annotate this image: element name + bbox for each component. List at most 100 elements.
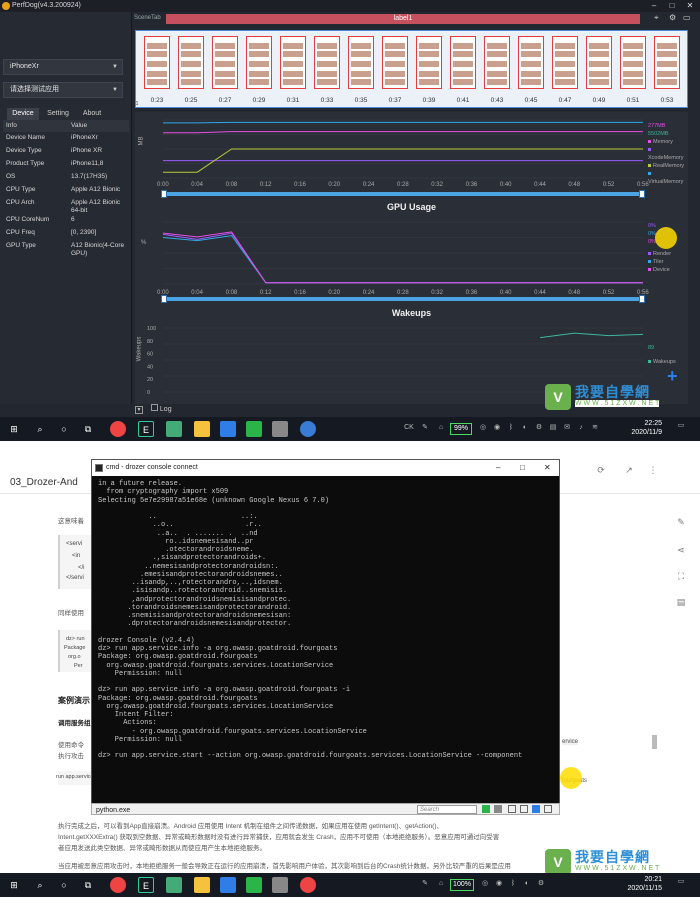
chrome-icon[interactable] bbox=[110, 877, 126, 893]
file-explorer-icon[interactable] bbox=[194, 877, 210, 893]
external-link-icon[interactable]: ↗ bbox=[624, 465, 634, 475]
screenshot-thumbnail[interactable] bbox=[348, 36, 374, 89]
screenshot-thumbnail[interactable] bbox=[212, 36, 238, 89]
cmd-output[interactable]: in a future release. from cryptography i… bbox=[98, 480, 554, 761]
tool-icon-4[interactable] bbox=[532, 805, 540, 813]
minimize-icon[interactable]: – bbox=[496, 460, 500, 476]
tab-device[interactable]: Device bbox=[7, 108, 39, 120]
slider-handle-right[interactable] bbox=[639, 295, 645, 303]
maximize-icon[interactable]: □ bbox=[663, 0, 681, 12]
tray-icon-1[interactable]: ✎ bbox=[420, 423, 430, 433]
settings-icon[interactable]: ⚙ bbox=[669, 13, 676, 22]
app-icon-red[interactable] bbox=[300, 877, 316, 893]
legend-item[interactable]: VirtualMemory bbox=[648, 170, 688, 186]
notification-icon[interactable]: ▭ bbox=[676, 877, 686, 887]
tray-icon-1[interactable]: ✎ bbox=[420, 879, 430, 889]
file-explorer-icon[interactable] bbox=[194, 421, 210, 437]
app-icon-blue[interactable] bbox=[220, 877, 236, 893]
screenshot-thumbnail[interactable] bbox=[314, 36, 340, 89]
legend-item[interactable]: Render bbox=[648, 250, 671, 258]
terminal-app-icon[interactable]: E bbox=[138, 421, 154, 437]
legend-item[interactable]: Tiler bbox=[648, 258, 671, 266]
windows-start-icon[interactable]: ⊞ bbox=[6, 421, 22, 437]
download-icon[interactable]: ▤ bbox=[676, 597, 686, 607]
volume-icon[interactable]: ♪ bbox=[576, 423, 586, 433]
memory-time-slider[interactable] bbox=[161, 190, 645, 198]
tool-icon-2[interactable] bbox=[508, 805, 516, 813]
screenshot-filmstrip[interactable]: 0:23 0:25 0:27 0:29 0:31 0:33 0:35 0:37 0:39 0:41… bbox=[135, 30, 688, 108]
collapse-icon[interactable]: ▼ bbox=[135, 406, 143, 414]
cmd-window[interactable]: cmd - drozer console connect – □ ✕ in a … bbox=[91, 459, 560, 815]
app-select[interactable]: 请选择测试应用 ▼ bbox=[3, 82, 123, 98]
screenshot-thumbnail[interactable] bbox=[620, 36, 646, 89]
wifi-icon[interactable]: ≋ bbox=[590, 423, 600, 433]
wechat-icon[interactable] bbox=[246, 877, 262, 893]
screenshot-thumbnail[interactable] bbox=[586, 36, 612, 89]
task-view-icon[interactable]: ⧉ bbox=[80, 877, 96, 893]
tray-icon-2[interactable]: ⌂ bbox=[436, 879, 446, 889]
windows-start-icon[interactable]: ⊞ bbox=[6, 877, 22, 893]
fullscreen-icon[interactable]: ⛶ bbox=[676, 571, 686, 581]
scene-tab[interactable]: SceneTab bbox=[134, 13, 166, 24]
tab-about[interactable]: About bbox=[77, 108, 107, 120]
clock[interactable]: 22:25 2020/11/9 bbox=[631, 419, 662, 437]
tool-icon-5[interactable] bbox=[544, 805, 552, 813]
terminal-app-icon[interactable]: E bbox=[138, 877, 154, 893]
tray-icon-3[interactable]: ◎ bbox=[478, 423, 488, 433]
tray-icon-2[interactable]: ⌂ bbox=[436, 423, 446, 433]
tray-icon-4[interactable]: ◉ bbox=[492, 423, 502, 433]
minimize-icon[interactable]: – bbox=[645, 0, 663, 12]
search-icon[interactable]: ⌕ bbox=[32, 877, 48, 893]
app-icon-paint[interactable] bbox=[166, 877, 182, 893]
maximize-icon[interactable]: □ bbox=[520, 460, 525, 476]
screenshot-thumbnail[interactable] bbox=[552, 36, 578, 89]
screenshot-thumbnail[interactable] bbox=[178, 36, 204, 89]
search-icon[interactable]: ⌕ bbox=[32, 421, 48, 437]
close-icon[interactable]: ✕ bbox=[681, 0, 699, 12]
input-lang[interactable]: CK bbox=[402, 423, 416, 433]
screenshot-thumbnail[interactable] bbox=[654, 36, 680, 89]
app-icon-gray[interactable] bbox=[272, 877, 288, 893]
refresh-icon[interactable]: ⟳ bbox=[596, 465, 606, 475]
task-view-icon[interactable]: ⧉ bbox=[80, 421, 96, 437]
tool-icon-3[interactable] bbox=[520, 805, 528, 813]
page-scrollbar[interactable] bbox=[652, 735, 657, 749]
bluetooth-icon[interactable]: ᛒ bbox=[508, 879, 518, 889]
screenshot-thumbnail[interactable] bbox=[450, 36, 476, 89]
gpu-time-slider[interactable] bbox=[161, 295, 645, 303]
cortana-icon[interactable]: ○ bbox=[56, 877, 72, 893]
more-icon[interactable]: ⋮ bbox=[648, 465, 658, 475]
legend-item[interactable]: XcodeMemory bbox=[648, 146, 688, 162]
edit-icon[interactable]: ✎ bbox=[676, 517, 686, 527]
network-icon[interactable]: ▤ bbox=[548, 423, 558, 433]
app-icon-blue[interactable] bbox=[220, 421, 236, 437]
screenshot-thumbnail[interactable] bbox=[382, 36, 408, 89]
cortana-icon[interactable]: ○ bbox=[56, 421, 72, 437]
legend-item[interactable]: Device bbox=[648, 266, 671, 274]
app-icon-gray[interactable] bbox=[272, 421, 288, 437]
legend-item[interactable]: RealMemory bbox=[648, 162, 688, 170]
screenshot-thumbnail[interactable] bbox=[246, 36, 272, 89]
legend-item[interactable]: Memory bbox=[648, 138, 688, 146]
device-select[interactable]: iPhoneXr ▼ bbox=[3, 59, 123, 75]
battery-indicator[interactable]: 99% bbox=[450, 423, 472, 435]
screenshot-thumbnail[interactable] bbox=[416, 36, 442, 89]
tray-icon-6[interactable]: ⚙ bbox=[536, 879, 546, 889]
tray-icon-6[interactable]: ⚙ bbox=[534, 423, 544, 433]
tray-icon-5[interactable]: ◐ bbox=[520, 423, 530, 433]
screenshot-thumbnail[interactable] bbox=[484, 36, 510, 89]
screenshot-thumbnail[interactable] bbox=[144, 36, 170, 89]
perfdog-taskbar-icon[interactable] bbox=[300, 421, 316, 437]
slider-handle-left[interactable] bbox=[161, 295, 167, 303]
folder-icon[interactable]: ▭ bbox=[683, 13, 691, 22]
tray-icon-4[interactable]: ◉ bbox=[494, 879, 504, 889]
screenshot-thumbnail[interactable] bbox=[280, 36, 306, 89]
screenshot-thumbnail[interactable] bbox=[518, 36, 544, 89]
legend-item[interactable]: Wakeups bbox=[648, 358, 676, 366]
wechat-icon[interactable] bbox=[246, 421, 262, 437]
log-checkbox[interactable] bbox=[150, 404, 158, 411]
cmd-tab[interactable]: python.exe bbox=[96, 805, 136, 815]
clock[interactable]: 20:21 2020/11/15 bbox=[627, 875, 662, 893]
chrome-icon[interactable] bbox=[110, 421, 126, 437]
slider-handle-right[interactable] bbox=[639, 190, 645, 198]
